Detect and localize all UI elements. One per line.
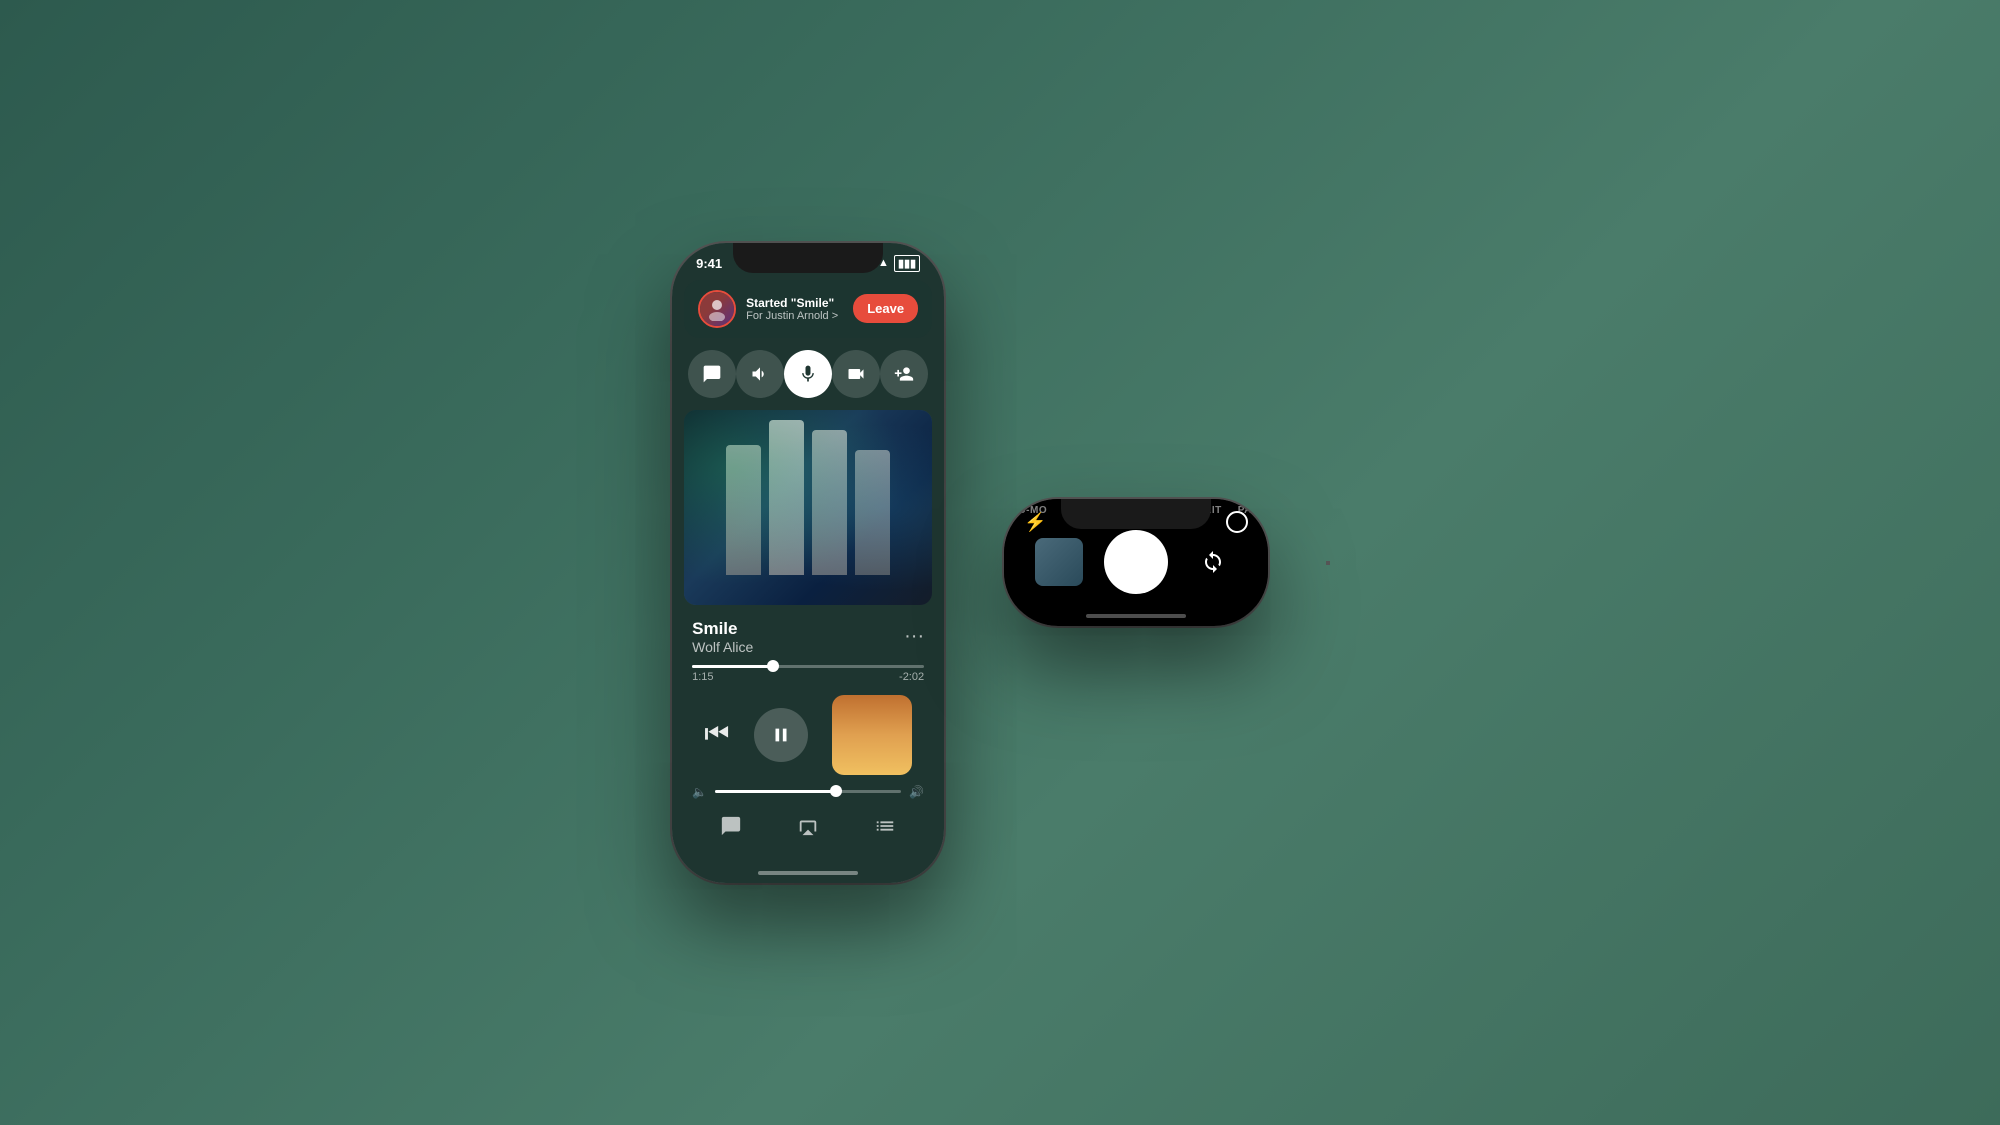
phone-2-screen: ⚡ ⌃ Copy Select All Look Up ▶ xyxy=(1004,499,1268,626)
phone-1-frame: 9:41 ▲ ▮▮▮ xyxy=(672,243,944,883)
flash-icon[interactable]: ⚡ xyxy=(1024,512,1046,533)
progress-fill xyxy=(692,665,773,668)
time-elapsed: 1:15 xyxy=(692,671,713,683)
shutter-button[interactable] xyxy=(1104,530,1168,594)
playback-controls: ⏮ xyxy=(672,689,944,781)
home-bar-2 xyxy=(1086,614,1186,618)
person-plus-button[interactable] xyxy=(880,350,928,398)
pip-video xyxy=(832,695,912,775)
ft-title: Started "Smile" xyxy=(746,296,843,310)
time-1: 9:41 xyxy=(696,256,722,271)
home-indicator-2 xyxy=(1004,606,1268,626)
volume-high-icon: 🔊 xyxy=(909,785,924,799)
volume-thumb xyxy=(830,785,842,797)
progress-times: 1:15 -2:02 xyxy=(692,671,924,683)
volume-low-icon: 🔈 xyxy=(692,785,707,799)
ft-avatar xyxy=(698,290,736,328)
pip-person xyxy=(832,695,912,775)
facetime-controls xyxy=(672,342,944,406)
video-button[interactable] xyxy=(832,350,880,398)
time-remaining: -2:02 xyxy=(899,671,924,683)
music-title: Smile xyxy=(692,619,753,639)
speaker-button[interactable] xyxy=(736,350,784,398)
rewind-button[interactable]: ⏮ xyxy=(704,718,729,751)
flip-camera-button[interactable] xyxy=(1189,538,1237,586)
phone-1-screen: 9:41 ▲ ▮▮▮ xyxy=(672,243,944,883)
camera-thumbnail[interactable] xyxy=(1035,538,1083,586)
album-art xyxy=(684,410,932,605)
home-bar-1 xyxy=(758,871,858,875)
pause-button[interactable] xyxy=(754,708,808,762)
shutter-inner xyxy=(1109,535,1163,589)
chat-button[interactable] xyxy=(688,350,736,398)
facetime-banner: Started "Smile" For Justin Arnold > Leav… xyxy=(684,280,932,338)
airplay-button[interactable] xyxy=(797,815,819,843)
avatar-silhouette xyxy=(705,297,729,321)
notch-2 xyxy=(1061,499,1211,529)
ft-info: Started "Smile" For Justin Arnold > xyxy=(746,296,843,322)
volume-fill xyxy=(715,790,836,793)
phone-2-frame: ⚡ ⌃ Copy Select All Look Up ▶ xyxy=(1004,499,1268,626)
progress-thumb xyxy=(767,660,779,672)
circle-dot-icon[interactable] xyxy=(1226,511,1248,533)
ft-subtitle: For Justin Arnold > xyxy=(746,310,843,322)
volume-bar: 🔈 🔊 xyxy=(672,781,944,803)
music-more-button[interactable]: ··· xyxy=(904,625,924,648)
mic-button[interactable] xyxy=(784,350,832,398)
music-artist: Wolf Alice xyxy=(692,639,753,655)
volume-track[interactable] xyxy=(715,790,901,793)
progress-bar-wrap: 1:15 -2:02 xyxy=(672,659,944,689)
notch-1 xyxy=(733,243,883,273)
music-text: Smile Wolf Alice xyxy=(692,619,753,655)
queue-button[interactable] xyxy=(874,815,896,843)
home-indicator-1 xyxy=(672,863,944,883)
ft-avatar-inner xyxy=(700,292,734,326)
lyrics-button[interactable] xyxy=(720,815,742,843)
leave-button[interactable]: Leave xyxy=(853,294,918,323)
bottom-nav-1 xyxy=(672,803,944,863)
progress-track[interactable] xyxy=(692,665,924,668)
music-info: Smile Wolf Alice ··· xyxy=(672,609,944,659)
battery-icon-1: ▮▮▮ xyxy=(894,255,920,272)
